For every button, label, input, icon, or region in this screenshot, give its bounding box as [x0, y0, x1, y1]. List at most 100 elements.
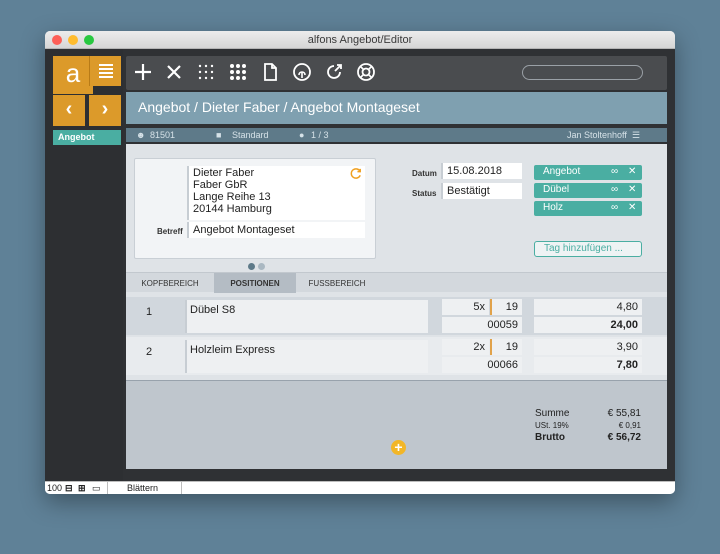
zoom-in-icon[interactable]: ⊞	[78, 483, 86, 494]
position-name[interactable]: Dübel S8	[185, 300, 428, 333]
address-line: 20144 Hamburg	[193, 203, 272, 215]
positions-list: 1 Dübel S8 5x 19 00059 4,80 24,00 2 Holz…	[126, 292, 667, 379]
add-icon[interactable]	[132, 61, 154, 83]
user-icon: ☻	[136, 130, 146, 140]
tag-label: Angebot	[543, 166, 581, 177]
add-position-button[interactable]: +	[391, 440, 406, 455]
section-tabs: KOPFBEREICH POSITIONEN FUSSBEREICH	[126, 272, 667, 293]
address-line: Faber GbR	[193, 179, 248, 191]
position-price[interactable]: 3,90	[534, 339, 642, 355]
dots-grid-icon[interactable]	[195, 61, 217, 83]
position-number: 1	[146, 306, 153, 318]
zoom-level: 100	[47, 483, 63, 493]
location-pin-icon: ●	[299, 130, 305, 140]
tab-fussbereich[interactable]: FUSSBEREICH	[296, 273, 378, 293]
link-icon[interactable]: ∞	[611, 202, 618, 213]
position-total: 7,80	[534, 357, 642, 373]
brutto-value: € 56,72	[607, 432, 641, 443]
page-dot-active[interactable]	[248, 263, 255, 270]
share-icon[interactable]	[323, 61, 345, 83]
breadcrumb: Angebot / Dieter Faber / Angebot Montage…	[126, 92, 667, 124]
divider	[181, 482, 182, 494]
folder-icon: ■	[216, 130, 222, 140]
refresh-icon[interactable]	[350, 167, 363, 180]
customer-number: 81501	[150, 130, 176, 140]
status-bar: 100 ⊟ ⊞ ▭ Blättern	[45, 481, 675, 494]
ust-label: USt. 19%	[535, 421, 569, 430]
tag-label: Holz	[543, 202, 564, 213]
document-icon[interactable]	[259, 61, 281, 83]
address-line: Dieter Faber	[193, 167, 255, 179]
position-name[interactable]: Holzleim Express	[185, 340, 428, 373]
folder-name[interactable]: Standard	[232, 130, 269, 140]
position-article-number[interactable]: 00059	[442, 317, 522, 333]
position-unit[interactable]: 19	[490, 299, 522, 315]
add-tag-button[interactable]: Tag hinzufügen ...	[534, 241, 642, 257]
summe-label: Summe	[535, 408, 570, 419]
close-icon[interactable]: ✕	[628, 202, 636, 213]
assigned-user[interactable]: Jan Stoltenhoff	[567, 130, 627, 140]
datum-label: Datum	[412, 169, 437, 178]
page-dot[interactable]	[258, 263, 265, 270]
status-label: Status	[412, 189, 437, 198]
sidebar-item-angebot[interactable]: Angebot	[53, 130, 121, 145]
info-bar: ☻ 81501 ■ Standard ● 1 / 3 Jan Stoltenho…	[126, 128, 667, 142]
brutto-label: Brutto	[535, 432, 565, 443]
editor-content: Dieter Faber Faber GbR Lange Reihe 13 20…	[126, 144, 667, 469]
position-quantity[interactable]: 5x	[442, 299, 489, 315]
position-number: 2	[146, 346, 153, 358]
close-icon[interactable]: ✕	[628, 184, 636, 195]
next-record-button[interactable]: ›	[89, 95, 121, 126]
chevron-left-icon: ‹	[65, 98, 73, 120]
record-position: 1 / 3	[311, 130, 329, 140]
menu-button[interactable]	[89, 56, 121, 86]
address-field[interactable]: Dieter Faber Faber GbR Lange Reihe 13 20…	[187, 166, 365, 220]
zoom-out-icon[interactable]: ⊟	[65, 483, 73, 494]
datum-field[interactable]: 15.08.2018	[441, 163, 522, 179]
lifebuoy-icon[interactable]	[355, 61, 377, 83]
tab-kopfbereich[interactable]: KOPFBEREICH	[126, 273, 214, 293]
app-logo[interactable]: a	[53, 56, 93, 94]
betreff-label: Betreff	[157, 227, 183, 236]
app-body: a ‹ › Angebot Angebot / Dieter Faber / A…	[45, 49, 675, 481]
address-box: Dieter Faber Faber GbR Lange Reihe 13 20…	[134, 158, 376, 270]
database-icon: ☰	[632, 130, 641, 140]
address-line: Lange Reihe 13	[193, 191, 271, 203]
ust-value: € 0,91	[618, 421, 641, 430]
mode-label[interactable]: Blättern	[127, 483, 158, 493]
menu-icon	[99, 64, 113, 66]
tab-positionen[interactable]: POSITIONEN	[214, 273, 296, 293]
link-icon[interactable]: ∞	[611, 184, 618, 195]
menu-icon-line	[99, 76, 113, 78]
plus-icon: +	[394, 439, 403, 455]
position-article-number[interactable]: 00066	[442, 357, 522, 373]
table-row[interactable]: 1 Dübel S8 5x 19 00059 4,80 24,00	[126, 297, 667, 335]
view-toggle-icon[interactable]: ▭	[92, 483, 101, 494]
close-icon[interactable]: ✕	[628, 166, 636, 177]
window-title: alfons Angebot/Editor	[307, 34, 413, 46]
delete-icon[interactable]	[163, 61, 185, 83]
status-field[interactable]: Bestätigt	[441, 183, 522, 199]
chevron-right-icon: ›	[101, 98, 109, 120]
tag-holz[interactable]: Holz ∞ ✕	[534, 201, 642, 216]
position-quantity[interactable]: 2x	[442, 339, 489, 355]
position-total: 24,00	[534, 317, 642, 333]
app-window: alfons Angebot/Editor a ‹ › Angebot Ange…	[45, 31, 675, 494]
table-row[interactable]: 2 Holzleim Express 2x 19 00066 3,90 7,80	[126, 337, 667, 375]
toolbar	[126, 56, 667, 90]
betreff-field[interactable]: Angebot Montageset	[187, 222, 365, 238]
totals-area: Summe € 55,81 USt. 19% € 0,91 Brutto € 5…	[126, 380, 667, 469]
tag-angebot[interactable]: Angebot ∞ ✕	[534, 165, 642, 180]
menu-icon-line	[99, 68, 113, 70]
position-unit[interactable]: 19	[490, 339, 522, 355]
tag-duebel[interactable]: Dübel ∞ ✕	[534, 183, 642, 198]
fingerprint-icon[interactable]	[291, 61, 313, 83]
search-input[interactable]	[522, 65, 643, 80]
apps-grid-icon[interactable]	[227, 61, 249, 83]
previous-record-button[interactable]: ‹	[53, 95, 85, 126]
position-price[interactable]: 4,80	[534, 299, 642, 315]
tag-label: Dübel	[543, 184, 570, 195]
title-bar: alfons Angebot/Editor	[45, 31, 675, 49]
link-icon[interactable]: ∞	[611, 166, 618, 177]
menu-icon-line	[99, 72, 113, 74]
